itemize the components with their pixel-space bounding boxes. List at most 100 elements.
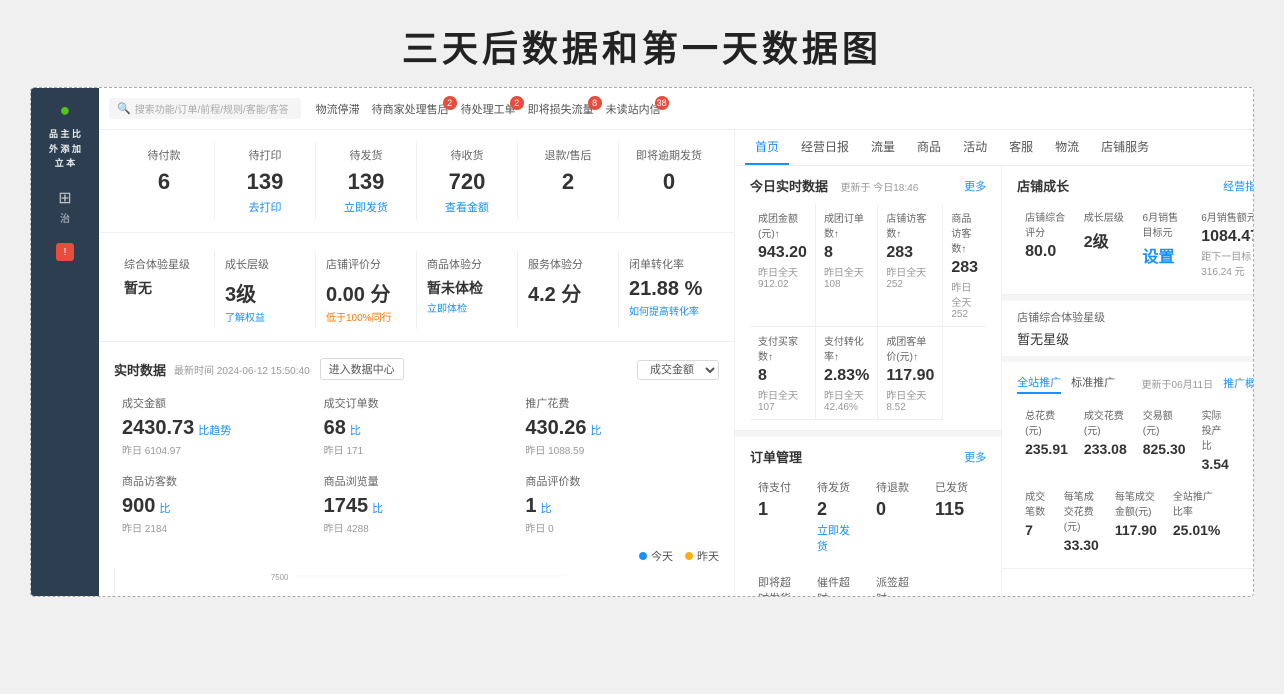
realtime-chart: 7500 5000 2500 0 — [114, 568, 719, 596]
exp-row: 综合体验星级 暂无 成长层级 3级 了解权益 店铺评价分 0.00 分 低于10… — [114, 251, 719, 329]
data-cell-orders-value: 8 — [824, 244, 869, 262]
tab-service[interactable]: 客服 — [999, 130, 1043, 165]
promo-tab-standard[interactable]: 标准推广 — [1071, 372, 1115, 394]
order-ship-link[interactable]: 立即发货 — [817, 522, 860, 554]
growth-target-value[interactable]: 设置 — [1143, 243, 1186, 267]
sidebar-logo: ● 品 主 比外 添 加立 本 — [49, 98, 81, 170]
data-cell-gmv-value: 943.20 — [758, 244, 807, 262]
order-overdue-ship: 即将超时发货 0 — [750, 569, 809, 596]
promo-gmv-per-order-value: 117.90 — [1115, 522, 1157, 538]
stat-overdue-label: 即将逾期发货 — [627, 147, 711, 163]
rt-reviews: 商品评价数 1 比 昨日 0 — [517, 468, 719, 540]
stat-pending-print-link[interactable]: 去打印 — [223, 199, 307, 215]
tab-daily[interactable]: 经营日报 — [791, 130, 859, 165]
exp-growth-link[interactable]: 了解权益 — [225, 309, 305, 324]
growth-link[interactable]: 经营指导 — [1223, 178, 1253, 194]
right-content: 今日实时数据 更新于 今日18:46 更多 成团金额(元)↑ 943.20 — [735, 166, 1253, 596]
promo-rate: 全站推广比率 25.01% — [1165, 483, 1228, 558]
exp-conversion-link[interactable]: 如何提高转化率 — [629, 303, 709, 318]
data-cell-avg-order: 成团客单价(元)↑ 117.90 昨日全天 8.52 — [878, 327, 943, 420]
exp-conversion-label: 闭单转化率 — [629, 256, 709, 272]
promo-cost-per-order: 每笔成交花费(元) 33.30 — [1056, 483, 1107, 558]
tab-logistics[interactable]: 物流 — [1045, 130, 1089, 165]
data-cell-store-visitors-value: 283 — [886, 244, 934, 262]
traffic-label: 即将损失流量 — [528, 101, 594, 117]
tab-activity[interactable]: 活动 — [953, 130, 997, 165]
today-section: 今日实时数据 更新于 今日18:46 更多 成团金额(元)↑ 943.20 — [735, 166, 1001, 431]
search-box[interactable]: 🔍 搜索功能/订单/前程/规则/客能/客答 — [109, 98, 301, 119]
chart-metric-select[interactable]: 成交金额 — [637, 360, 719, 380]
order-pending-pay: 待支付 1 — [750, 474, 809, 559]
rt-gmv-trend-link[interactable]: 比趋势 — [198, 422, 231, 438]
data-cell-conversion-value: 2.83% — [824, 367, 869, 385]
rt-visitors-prev: 昨日 2184 — [122, 520, 308, 535]
order-shipped-value: 115 — [935, 499, 978, 520]
rt-visitors-value: 900 — [122, 495, 155, 518]
promo-roi-value: 3.54 — [1202, 456, 1229, 472]
exp-product: 商品体验分 暂未体检 立即体检 — [417, 251, 518, 329]
rt-orders-trend-link[interactable]: 比 — [350, 422, 361, 438]
today-more-link[interactable]: 更多 — [964, 178, 986, 194]
sidebar-home-label: 治 — [60, 210, 70, 225]
stat-pending-receive-link[interactable]: 查看金额 — [425, 199, 509, 215]
nav-after-sale[interactable]: 待商家处理售后 2 — [372, 101, 449, 117]
after-sale-label: 待商家处理售后 — [372, 101, 449, 117]
exp-conversion: 闭单转化率 21.88 % 如何提高转化率 — [619, 251, 719, 329]
data-cell-product-visitors: 商品访客数↑ 283 昨日全天 252 — [943, 204, 986, 327]
rt-reviews-prev: 昨日 0 — [525, 520, 711, 535]
stats-section: 待付款 6 待打印 139 去打印 待发货 139 立即发货 — [99, 130, 734, 233]
right-right-col: 店铺成长 经营指导 店铺综合评分 80.0 成长层级 — [1002, 166, 1253, 596]
sidebar-item-home[interactable]: ⊞ 治 — [31, 180, 99, 233]
main-content: 🔍 搜索功能/订单/前程/规则/客能/客答 物流停滞 待商家处理售后 2 待处理… — [99, 88, 1253, 596]
promo-rate-value: 25.01% — [1173, 522, 1220, 538]
stat-pending-ship-link[interactable]: 立即发货 — [324, 199, 408, 215]
enter-data-center-button[interactable]: 进入数据中心 — [320, 358, 404, 380]
order-shipped: 已发货 115 — [927, 474, 986, 559]
rt-visitors: 商品访客数 900 比 昨日 2184 — [114, 468, 316, 540]
realtime-stats-row1: 成交金额 2430.73 比趋势 昨日 6104.97 成交订单数 — [114, 390, 719, 462]
tab-store-service[interactable]: 店铺服务 — [1091, 130, 1159, 165]
content-body: 待付款 6 待打印 139 去打印 待发货 139 立即发货 — [99, 130, 1253, 596]
svg-text:7500: 7500 — [271, 573, 289, 582]
exp-conversion-value: 21.88 % — [629, 278, 709, 301]
promo-tab-all[interactable]: 全站推广 — [1017, 372, 1061, 394]
promo-transaction: 交易额(元) 825.30 — [1135, 402, 1194, 477]
promo-cost-per-order-value: 33.30 — [1064, 537, 1099, 553]
stat-overdue: 即将逾期发货 0 — [619, 142, 719, 220]
tab-home[interactable]: 首页 — [745, 130, 789, 165]
nav-logistics[interactable]: 物流停滞 — [316, 101, 360, 117]
rt-visitors-link[interactable]: 比 — [159, 500, 170, 516]
exp-score-link[interactable]: 低于100%同行 — [326, 309, 406, 324]
exp-product-link[interactable]: 立即体检 — [427, 300, 507, 315]
order-refund: 待退款 0 — [868, 474, 927, 559]
realtime-stats-row2: 商品访客数 900 比 昨日 2184 商品浏览量 — [114, 468, 719, 540]
promo-order-count: 成交笔数 7 — [1017, 483, 1056, 558]
order-section-title: 订单管理 — [750, 447, 802, 466]
stat-pending-print-label: 待打印 — [223, 147, 307, 163]
today-section-header: 今日实时数据 更新于 今日18:46 更多 — [750, 176, 986, 196]
nav-work-order[interactable]: 待处理工单 2 — [461, 101, 516, 117]
exp-overall: 综合体验星级 暂无 — [114, 251, 215, 329]
growth-sales: 6月销售额元 1084.47 距下一目标 316.24 元 — [1193, 203, 1253, 284]
data-cell-gmv: 成团金额(元)↑ 943.20 昨日全天 912.02 — [750, 204, 816, 327]
tab-traffic[interactable]: 流量 — [861, 130, 905, 165]
rt-promo-cost-trend-link[interactable]: 比 — [591, 422, 602, 438]
nav-traffic[interactable]: 即将损失流量 8 — [528, 101, 594, 117]
sidebar-alert-icon: ! — [56, 243, 74, 261]
order-more-link[interactable]: 更多 — [964, 449, 986, 465]
rt-views-link[interactable]: 比 — [372, 500, 383, 516]
tab-products[interactable]: 商品 — [907, 130, 951, 165]
growth-sales-label: 6月销售额元 — [1201, 209, 1253, 224]
rt-reviews-link[interactable]: 比 — [540, 500, 551, 516]
legend-yesterday: 昨天 — [685, 548, 719, 564]
home-icon: ⊞ — [58, 188, 71, 208]
data-cell-buyers-label: 支付买家数↑ — [758, 333, 807, 363]
promo-overview-link[interactable]: 推广概览 — [1223, 375, 1253, 391]
nav-messages[interactable]: 未读站内信 38 — [606, 101, 661, 117]
growth-score: 店铺综合评分 80.0 — [1017, 203, 1076, 284]
after-sale-badge: 2 — [443, 96, 457, 110]
legend-today-dot — [639, 552, 647, 560]
order-refund-value: 0 — [876, 499, 919, 520]
rt-gmv-label: 成交金额 — [122, 395, 308, 411]
logistics-label: 物流停滞 — [316, 101, 360, 117]
